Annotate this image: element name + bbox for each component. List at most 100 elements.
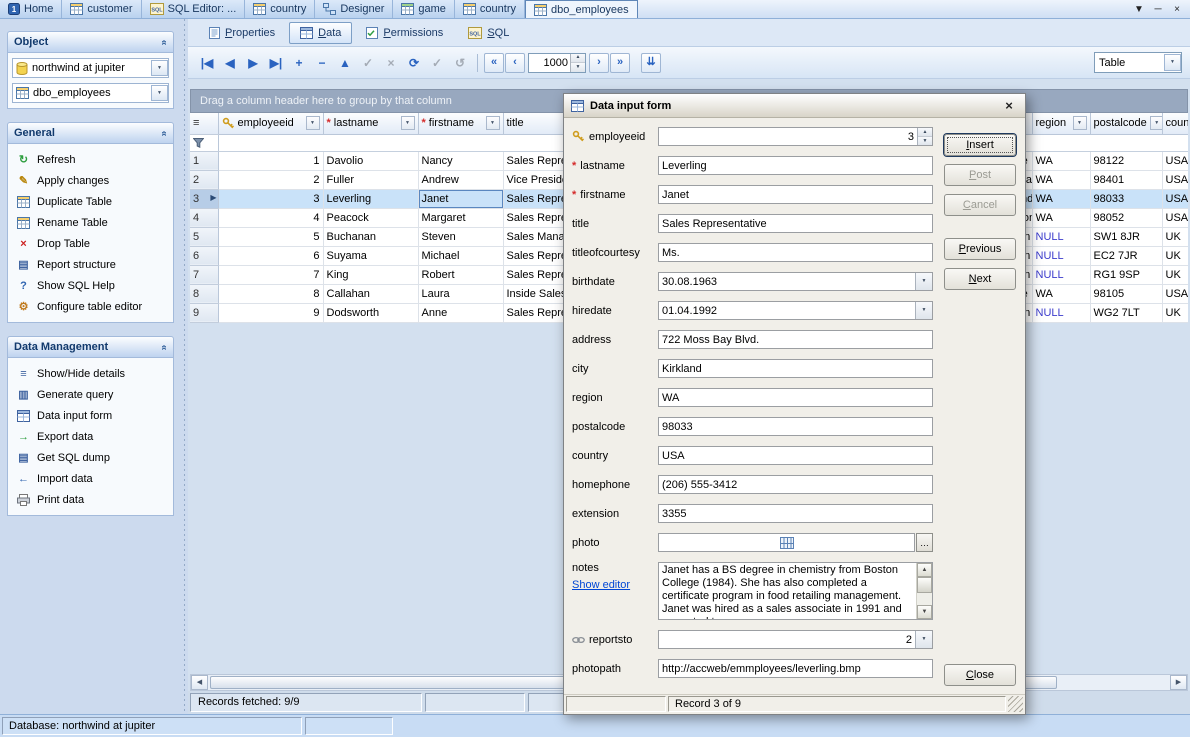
sidebar-item-import-data[interactable]: ← Import data [12, 468, 169, 489]
employeeid-value[interactable] [659, 128, 917, 145]
cell-postalcode[interactable]: 98033 [1090, 189, 1162, 208]
window-tab-dbo-employees[interactable]: dbo_employees [525, 0, 638, 18]
sidebar-item-show-sql-help[interactable]: ? Show SQL Help [12, 275, 169, 296]
dropdown-icon[interactable]: ▼ [151, 60, 168, 76]
birthdate-value[interactable] [659, 273, 915, 290]
reportsto-value[interactable] [659, 631, 915, 648]
sidebar-item-print-data[interactable]: Print data [12, 489, 169, 510]
post-edit-button[interactable]: ✓ [357, 52, 379, 74]
cell-region[interactable]: WA [1032, 189, 1090, 208]
filter-cell[interactable] [190, 134, 218, 151]
dropdown-icon[interactable]: ▼ [915, 273, 932, 290]
cell-region[interactable]: WA [1032, 151, 1090, 170]
notes-value[interactable]: Janet has a BS degree in chemistry from … [659, 563, 916, 619]
dialog-titlebar[interactable]: Data input form × [564, 94, 1025, 118]
country-input[interactable] [658, 446, 933, 465]
sidebar-splitter[interactable] [181, 19, 188, 714]
row-header[interactable]: 9▶ [190, 303, 218, 322]
refresh-records-button[interactable]: ⟳ [403, 52, 425, 74]
sidebar-item-configure-table-editor[interactable]: ⚙ Configure table editor [12, 296, 169, 317]
tab-data[interactable]: Data [289, 22, 352, 44]
reportsto-input[interactable]: ▼ [658, 630, 933, 649]
cell-firstname[interactable]: Margaret [418, 208, 503, 227]
cell-country[interactable]: UK [1162, 303, 1188, 322]
row-header[interactable]: 7▶ [190, 265, 218, 284]
dropdown-icon[interactable]: ▼ [1164, 54, 1181, 71]
last-page-button[interactable]: » [610, 53, 630, 73]
collapse-chevron-icon[interactable]: « [159, 130, 170, 136]
scroll-up-button[interactable]: ▲ [917, 563, 932, 577]
window-tab-game[interactable]: game [393, 0, 455, 18]
cell-employeeid[interactable]: 4 [218, 208, 323, 227]
city-input[interactable] [658, 359, 933, 378]
show-editor-link[interactable]: Show editor [572, 579, 630, 591]
birthdate-input[interactable]: ▼ [658, 272, 933, 291]
cell-lastname[interactable]: Buchanan [323, 227, 418, 246]
cancel-edit-button[interactable]: × [380, 52, 402, 74]
column-header-region[interactable]: region▼ [1032, 113, 1090, 134]
sidebar-item-data-input-form[interactable]: Data input form [12, 405, 169, 426]
cell-lastname[interactable]: Dodsworth [323, 303, 418, 322]
lastname-input[interactable] [658, 156, 933, 175]
window-tab-country-2[interactable]: country [455, 0, 525, 18]
scroll-down-button[interactable]: ▼ [917, 605, 932, 619]
tab-sql[interactable]: SQL SQL [457, 22, 520, 44]
cell-employeeid[interactable]: 3 [218, 189, 323, 208]
cell-employeeid[interactable]: 9 [218, 303, 323, 322]
cell-postalcode[interactable]: 98052 [1090, 208, 1162, 227]
database-select[interactable]: northwind at jupiter ▼ [12, 58, 169, 78]
tab-list-button[interactable]: ▼ [1131, 3, 1147, 17]
cell-country[interactable]: USA [1162, 151, 1188, 170]
cell-region[interactable]: WA [1032, 284, 1090, 303]
row-header[interactable]: 4▶ [190, 208, 218, 227]
minimize-button[interactable]: ─ [1150, 3, 1166, 17]
next-page-button[interactable]: › [589, 53, 609, 73]
sidebar-item-apply-changes[interactable]: ✎ Apply changes [12, 170, 169, 191]
hiredate-input[interactable]: ▼ [658, 301, 933, 320]
cell-country[interactable]: UK [1162, 227, 1188, 246]
employeeid-input[interactable]: ▲▼ [658, 127, 933, 146]
cell-postalcode[interactable]: 98105 [1090, 284, 1162, 303]
window-tab-designer[interactable]: Designer [315, 0, 393, 18]
cell-region[interactable]: NULL [1032, 303, 1090, 322]
photo-input[interactable] [658, 533, 915, 552]
column-header-employeeid[interactable]: employeeid▼ [218, 113, 323, 134]
cell-lastname[interactable]: Leverling [323, 189, 418, 208]
cell-lastname[interactable]: King [323, 265, 418, 284]
last-record-button[interactable]: ▶| [265, 52, 287, 74]
notes-input[interactable]: Janet has a BS degree in chemistry from … [658, 562, 933, 620]
cell-lastname[interactable]: Callahan [323, 284, 418, 303]
column-header-firstname[interactable]: *firstname▼ [418, 113, 503, 134]
dialog-close-button[interactable]: × [1000, 97, 1018, 115]
cell-firstname[interactable]: Robert [418, 265, 503, 284]
cell-firstname[interactable]: Michael [418, 246, 503, 265]
cell-employeeid[interactable]: 2 [218, 170, 323, 189]
cell-employeeid[interactable]: 8 [218, 284, 323, 303]
cell-country[interactable]: USA [1162, 208, 1188, 227]
first-record-button[interactable]: |◀ [196, 52, 218, 74]
titleofcourtesy-input[interactable] [658, 243, 933, 262]
sidebar-item-generate-query[interactable]: ▥ Generate query [12, 384, 169, 405]
delete-record-button[interactable]: − [311, 52, 333, 74]
column-header-postalcode[interactable]: postalcode▼ [1090, 113, 1162, 134]
cell-firstname[interactable]: Nancy [418, 151, 503, 170]
cell-employeeid[interactable]: 5 [218, 227, 323, 246]
cell-lastname[interactable]: Davolio [323, 151, 418, 170]
tab-permissions[interactable]: Permissions [355, 22, 454, 44]
view-mode-select[interactable]: Table ▼ [1094, 52, 1182, 73]
cell-region[interactable]: WA [1032, 170, 1090, 189]
edit-record-button[interactable]: ▲ [334, 52, 356, 74]
next-record-button[interactable]: ▶ [242, 52, 264, 74]
rollback-transaction-button[interactable]: ↺ [449, 52, 471, 74]
post-button[interactable]: Post [944, 164, 1016, 186]
sidebar-item-refresh[interactable]: ↻ Refresh [12, 149, 169, 170]
hiredate-value[interactable] [659, 302, 915, 319]
table-select[interactable]: dbo_employees ▼ [12, 83, 169, 103]
postalcode-input[interactable] [658, 417, 933, 436]
data-management-panel-header[interactable]: Data Management « [8, 337, 173, 358]
sidebar-item-duplicate-table[interactable]: Duplicate Table [12, 191, 169, 212]
dropdown-icon[interactable]: ▼ [151, 85, 168, 101]
collapse-chevron-icon[interactable]: « [159, 39, 170, 45]
firstname-input[interactable] [658, 185, 933, 204]
cell-postalcode[interactable]: WG2 7LT [1090, 303, 1162, 322]
